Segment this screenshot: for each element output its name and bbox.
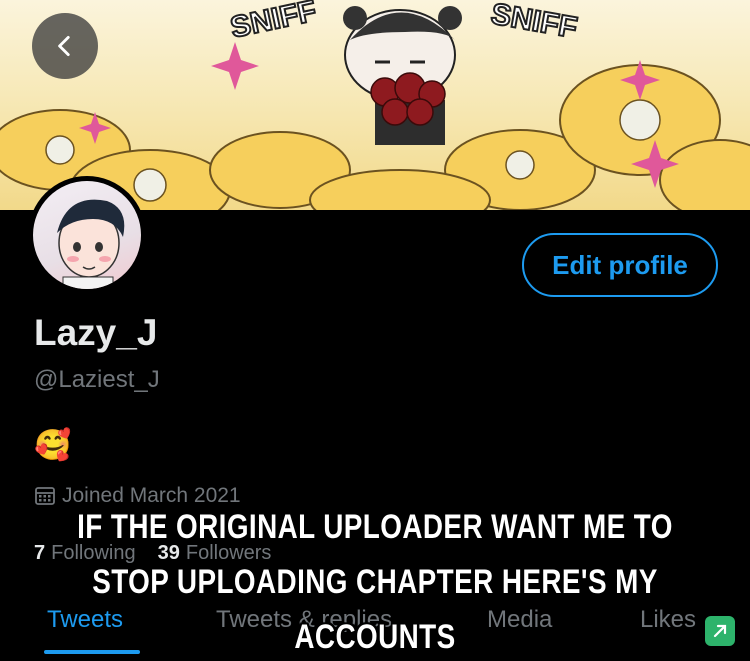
sfx-left: SNIFF xyxy=(228,0,320,45)
header-banner[interactable]: SNIFF SNIFF xyxy=(0,0,750,210)
banner-illustration: SNIFF SNIFF xyxy=(0,0,750,210)
caption-line-1: IF THE ORIGINAL UPLOADER WANT ME TO xyxy=(77,508,673,546)
back-button[interactable] xyxy=(32,13,98,79)
calendar-icon xyxy=(35,487,55,505)
arrow-icon xyxy=(713,624,727,638)
edit-profile-button[interactable]: Edit profile xyxy=(522,233,718,297)
bio-emoji: 🥰 xyxy=(34,429,72,462)
caption-line-2: STOP UPLOADING CHAPTER HERE'S MY xyxy=(92,563,658,601)
sfx-right: SNIFF xyxy=(489,0,580,45)
caption-line-3: ACCOUNTS xyxy=(294,618,456,656)
overlay-caption: IF THE ORIGINAL UPLOADER WANT ME TO STOP… xyxy=(68,500,683,661)
display-name: Lazy_J xyxy=(34,312,158,353)
following-count: 7 xyxy=(34,542,46,564)
chevron-left-icon xyxy=(58,35,70,57)
avatar-image xyxy=(57,199,125,289)
user-handle: @Laziest_J xyxy=(34,366,160,393)
external-link-icon[interactable] xyxy=(705,616,735,646)
avatar[interactable] xyxy=(28,176,146,294)
